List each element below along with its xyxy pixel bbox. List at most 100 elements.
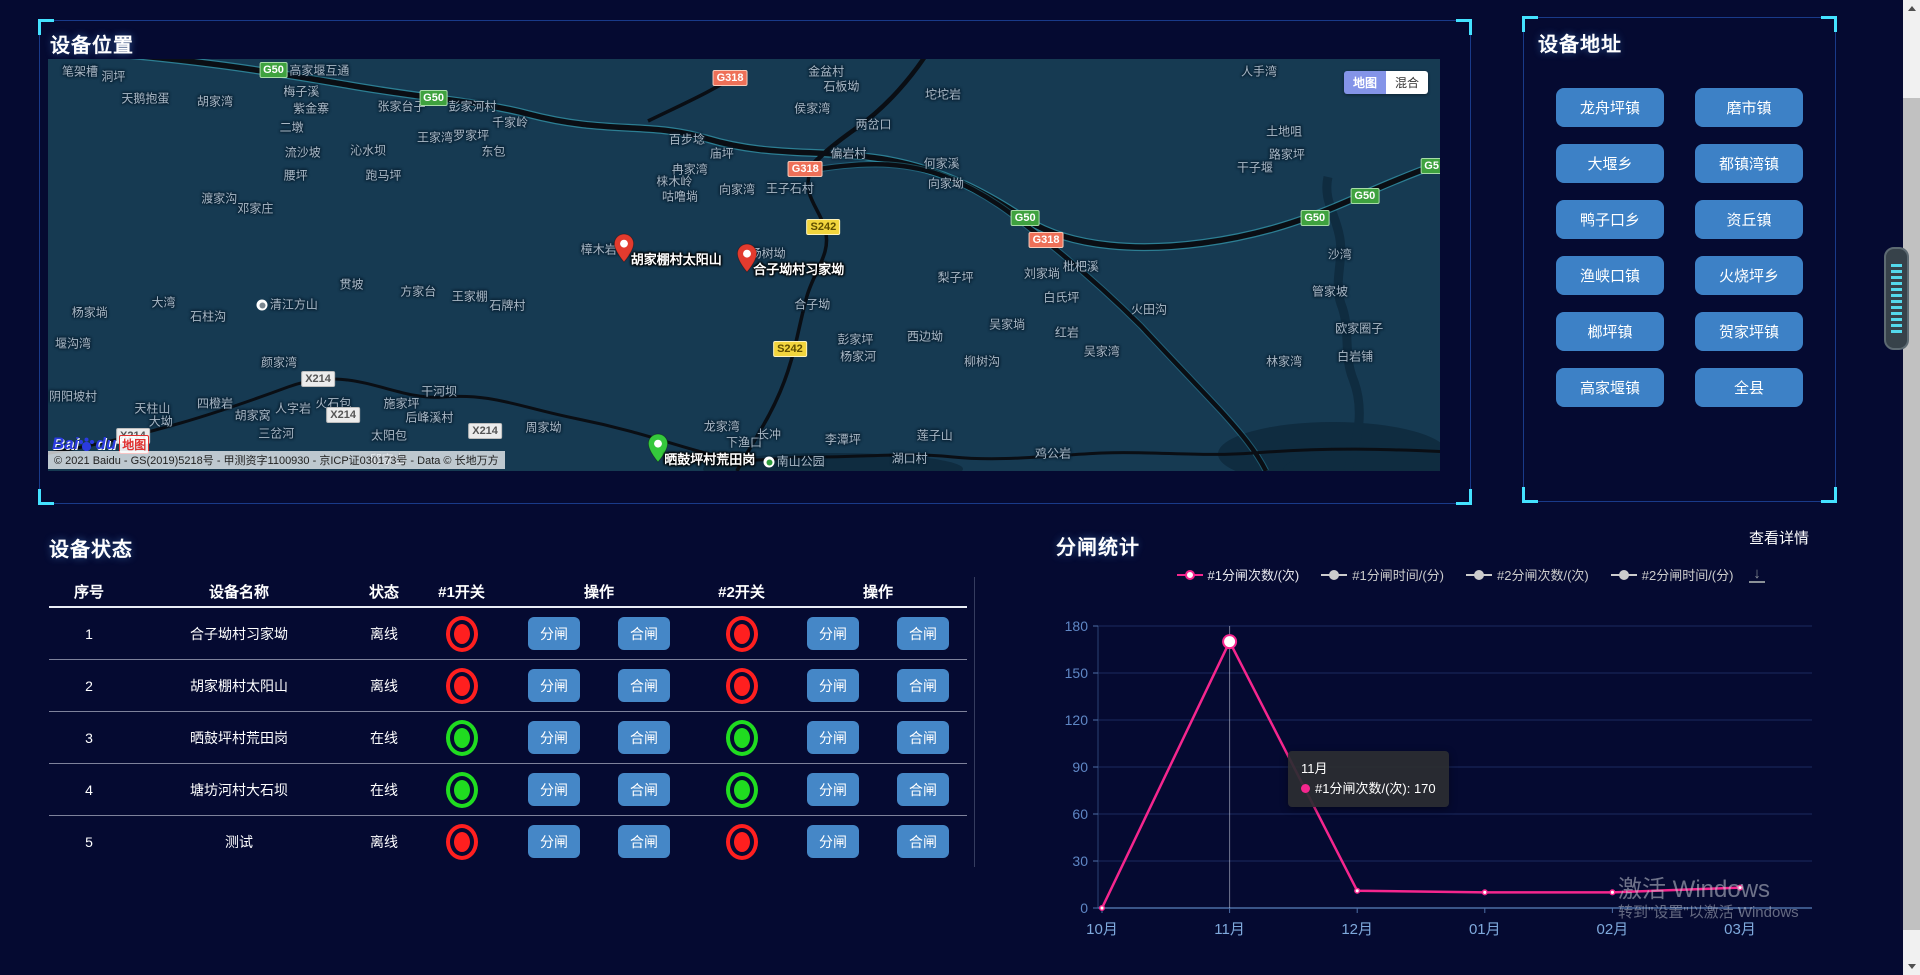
device-name: 测试 <box>129 832 349 852</box>
map-label: 龙家湾 <box>704 418 740 435</box>
open-switch2-button[interactable]: 分闸 <box>807 669 859 702</box>
open-switch1-button[interactable]: 分闸 <box>528 617 580 650</box>
address-button-都镇湾镇[interactable]: 都镇湾镇 <box>1695 144 1803 183</box>
map-label: 杨家埫 <box>72 303 108 320</box>
close-switch2-button[interactable]: 合闸 <box>897 617 949 650</box>
table-row: 1合子坳村习家坳离线分闸合闸分闸合闸 <box>49 608 967 660</box>
close-switch2-button[interactable]: 合闸 <box>897 721 949 754</box>
corner-decoration <box>1456 489 1472 505</box>
maptype-hybrid-button[interactable]: 混合 <box>1386 71 1428 94</box>
map-label: 白岩铺 <box>1337 348 1373 365</box>
map-label: 堰沟湾 <box>55 334 91 351</box>
tooltip-value: #1分闸次数/(次): 170 <box>1315 781 1436 796</box>
open-switch2-button[interactable]: 分闸 <box>807 721 859 754</box>
address-button-全县[interactable]: 全县 <box>1695 368 1803 407</box>
svg-text:180: 180 <box>1065 618 1089 634</box>
open-switch1-button[interactable]: 分闸 <box>528 669 580 702</box>
address-button-鸭子口乡[interactable]: 鸭子口乡 <box>1556 200 1664 239</box>
legend-item[interactable]: #1分闸时间/(分) <box>1321 565 1444 584</box>
map-label: 梅子溪 <box>283 83 319 100</box>
open-switch2-button[interactable]: 分闸 <box>807 825 859 858</box>
corner-decoration <box>1821 16 1837 32</box>
legend-item[interactable]: #2分闸次数/(次) <box>1466 565 1589 584</box>
legend-item[interactable]: #1分闸次数/(次) <box>1177 565 1300 584</box>
device-location-title: 设备位置 <box>50 29 134 58</box>
map-label: 长冲 <box>757 425 781 442</box>
open-switch1-button[interactable]: 分闸 <box>528 773 580 806</box>
device-location-panel: 设备位置 笔架槽洞坪天鹅抱蛋胡家湾高家堰互通梅子溪紫金寨二墩流沙坡沁水坝腰坪跑马… <box>39 20 1471 504</box>
map-label: 胡家窝 <box>235 406 271 423</box>
baidu-map[interactable]: 笔架槽洞坪天鹅抱蛋胡家湾高家堰互通梅子溪紫金寨二墩流沙坡沁水坝腰坪跑马坪渡家沟邓… <box>48 59 1440 471</box>
close-switch1-button[interactable]: 合闸 <box>618 721 670 754</box>
scrollbar-down-arrow[interactable] <box>1903 958 1920 975</box>
address-button-磨市镇[interactable]: 磨市镇 <box>1695 88 1803 127</box>
map-label: 白氏坪 <box>1043 289 1079 306</box>
close-switch1-button[interactable]: 合闸 <box>618 825 670 858</box>
device-status-section: 设备状态 序号设备名称状态#1开关操作#2开关操作 1合子坳村习家坳离线分闸合闸… <box>49 533 967 867</box>
device-address-panel: 设备地址 龙舟坪镇磨市镇大堰乡都镇湾镇鸭子口乡资丘镇渔峡口镇火烧坪乡榔坪镇贺家坪… <box>1523 17 1836 502</box>
switch2-indicator <box>726 824 758 860</box>
close-switch1-button[interactable]: 合闸 <box>618 617 670 650</box>
address-button-资丘镇[interactable]: 资丘镇 <box>1695 200 1803 239</box>
close-switch1-button[interactable]: 合闸 <box>618 669 670 702</box>
row-index: 3 <box>49 730 129 746</box>
map-label: 洞坪 <box>101 67 125 84</box>
map-label: 周家坳 <box>526 418 562 435</box>
table-row: 3晒鼓坪村荒田岗在线分闸合闸分闸合闸 <box>49 712 967 764</box>
road-badge: G50 <box>259 62 288 78</box>
open-switch2-button[interactable]: 分闸 <box>807 617 859 650</box>
address-button-龙舟坪镇[interactable]: 龙舟坪镇 <box>1556 88 1664 127</box>
map-label: 百步埝 <box>669 130 705 147</box>
map-label: 东包 <box>481 142 505 159</box>
map-label: 大坳 <box>149 413 173 430</box>
svg-text:90: 90 <box>1072 759 1088 775</box>
legend-item[interactable]: #2分闸时间/(分) <box>1611 565 1734 584</box>
table-header: 序号设备名称状态#1开关操作#2开关操作 <box>49 576 967 608</box>
address-button-高家堰镇[interactable]: 高家堰镇 <box>1556 368 1664 407</box>
address-button-贺家坪镇[interactable]: 贺家坪镇 <box>1695 312 1803 351</box>
switch1-indicator <box>446 616 478 652</box>
scrollbar-thumb[interactable] <box>1903 98 1920 930</box>
map-label: 三岔河 <box>258 425 294 442</box>
open-switch1-button[interactable]: 分闸 <box>528 721 580 754</box>
map-label: 清江方山 <box>257 296 318 313</box>
map-label: 紫金寨 <box>293 100 329 117</box>
close-switch2-button[interactable]: 合闸 <box>897 825 949 858</box>
maptype-map-button[interactable]: 地图 <box>1344 71 1386 94</box>
map-label: 千家岭 <box>492 114 528 131</box>
dashboard-page: 设备位置 笔架槽洞坪天鹅抱蛋胡家湾高家堰互通梅子溪紫金寨二墩流沙坡沁水坝腰坪跑马… <box>0 0 1920 975</box>
scrollbar-up-arrow[interactable] <box>1903 0 1920 17</box>
switch1-indicator <box>446 668 478 704</box>
close-switch2-button[interactable]: 合闸 <box>897 669 949 702</box>
park-icon <box>764 457 775 468</box>
map-marker[interactable]: 晒鼓坪村荒田岗 <box>647 433 668 468</box>
map-label: 吴家埫 <box>989 315 1025 332</box>
legend-label: #1分闸次数/(次) <box>1208 565 1300 584</box>
open-switch2-button[interactable]: 分闸 <box>807 773 859 806</box>
map-label: 柳树沟 <box>964 352 1000 369</box>
map-label: 侯家湾 <box>794 100 830 117</box>
map-label: 鸡公岩 <box>1035 444 1071 461</box>
map-label: 莲子山 <box>917 427 953 444</box>
marker-label: 晒鼓坪村荒田岗 <box>664 449 755 468</box>
marker-label: 合子坳村习家坳 <box>753 259 844 278</box>
open-switch1-button[interactable]: 分闸 <box>528 825 580 858</box>
map-label: 偏岩村 <box>830 144 866 161</box>
map-label: 太阳包 <box>371 427 407 444</box>
map-marker[interactable]: 合子坳村习家坳 <box>736 243 757 278</box>
close-switch2-button[interactable]: 合闸 <box>897 773 949 806</box>
address-button-火烧坪乡[interactable]: 火烧坪乡 <box>1695 256 1803 295</box>
map-label: 渡家沟 <box>201 189 237 206</box>
address-button-渔峡口镇[interactable]: 渔峡口镇 <box>1556 256 1664 295</box>
marker-label: 胡家棚村太阳山 <box>631 249 722 268</box>
switch2-indicator <box>726 668 758 704</box>
window-scrollbar[interactable] <box>1903 0 1920 975</box>
switch2-indicator <box>726 616 758 652</box>
address-button-大堰乡[interactable]: 大堰乡 <box>1556 144 1664 183</box>
svg-text:30: 30 <box>1072 853 1088 869</box>
corner-decoration <box>1522 487 1538 503</box>
view-details-link[interactable]: 查看详情 <box>1749 527 1809 548</box>
map-marker[interactable]: 胡家棚村太阳山 <box>614 233 635 268</box>
address-button-榔坪镇[interactable]: 榔坪镇 <box>1556 312 1664 351</box>
close-switch1-button[interactable]: 合闸 <box>618 773 670 806</box>
